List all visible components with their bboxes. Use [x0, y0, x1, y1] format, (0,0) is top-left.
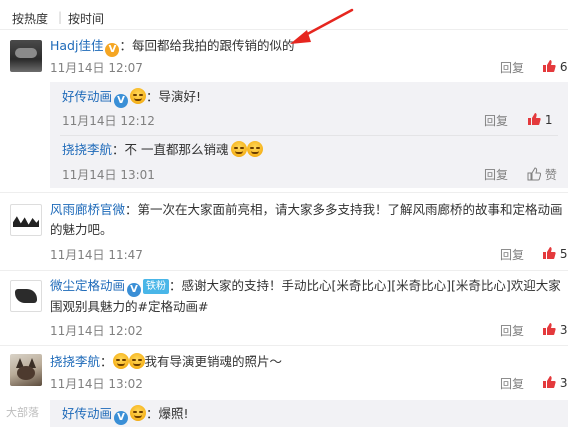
- reply-text-line: 好传动画 V ：导演好!: [62, 88, 202, 108]
- avatar[interactable]: [10, 280, 42, 312]
- comment-body: 我有导演更销魂的照片～: [144, 354, 283, 369]
- reply-button[interactable]: 回复: [484, 112, 508, 129]
- fan-badge: 铁粉: [143, 279, 170, 294]
- comment-body: 感谢大家的支持！手动比心[米奇比心][米奇比心][米奇比心]欢迎大家围观别具魅力…: [50, 278, 561, 314]
- comment-author[interactable]: 风雨廊桥官微: [50, 202, 125, 217]
- comment-meta: 11月14日 11:47 回复 5: [50, 246, 568, 264]
- comment-text-line: 风雨廊桥官微：第一次在大家面前亮相，请大家多多支持我！了解风雨廊桥的故事和定格动…: [50, 202, 563, 237]
- reply-meta: 11月14日 12:12 回复 1: [62, 112, 568, 130]
- comment-time: 11月14日 11:47: [50, 248, 143, 262]
- comment-text-line: 挠挠李航： 我有导演更销魂的照片～: [50, 353, 283, 369]
- reply-body: 不 一直都那么销魂: [124, 142, 229, 157]
- reply-button[interactable]: 回复: [500, 246, 524, 263]
- comment-time: 11月14日 12:07: [50, 61, 143, 75]
- reply-meta: 11月14日 13:01 回复 赞: [62, 166, 568, 184]
- comment-time: 11月14日 12:02: [50, 324, 143, 338]
- reply-author[interactable]: 好传动画: [62, 406, 112, 421]
- verified-badge-icon: V: [114, 411, 129, 425]
- comment-time: 11月14日 13:02: [50, 377, 143, 391]
- like-count: 3: [559, 323, 568, 337]
- like-count: 6: [559, 60, 568, 74]
- reply-time: 11月14日 12:12: [62, 114, 155, 128]
- comment-body: 每回都给我拍的跟传销的似的: [131, 38, 295, 53]
- like-button[interactable]: 3: [542, 375, 567, 390]
- comment-author[interactable]: 挠挠李航: [50, 354, 100, 369]
- comment-author[interactable]: 微尘定格动画: [50, 278, 125, 293]
- avatar[interactable]: [10, 204, 42, 236]
- like-button[interactable]: 5: [542, 246, 567, 261]
- comment-divider: [0, 192, 568, 193]
- smirk-face-emoji-icon: [128, 353, 145, 369]
- verified-badge-icon: V: [105, 43, 120, 57]
- comment-meta: 11月14日 12:02 回复 3: [50, 322, 568, 340]
- sort-by-hot-button[interactable]: 按热度: [12, 10, 48, 27]
- like-count: 3: [559, 376, 568, 390]
- comment-text-line: 微尘定格动画 V 铁粉 ：感谢大家的支持！手动比心[米奇比心][米奇比心][米奇比心]…: [50, 278, 561, 314]
- shy-face-emoji-icon: [130, 88, 147, 104]
- smirk-face-emoji-icon: [230, 141, 247, 157]
- reply-text-line: 挠挠李航：不 一直都那么销魂: [62, 140, 568, 160]
- like-button[interactable]: 1: [527, 112, 552, 127]
- thumb-up-icon: [543, 376, 556, 388]
- like-button[interactable]: 3: [542, 322, 567, 337]
- comment-meta: 11月14日 13:02 回复 3: [50, 375, 568, 393]
- reply-list: 好传动画 V ：爆照!: [50, 400, 568, 427]
- reply-text-line: 好传动画 V ：爆照!: [62, 405, 189, 425]
- sort-by-time-button[interactable]: 按时间: [68, 10, 104, 27]
- reply-author[interactable]: 挠挠李航: [62, 142, 112, 157]
- sort-bar: 按热度 | 按时间: [0, 0, 568, 30]
- comment-item: 微尘定格动画 V 铁粉 ：感谢大家的支持！手动比心[米奇比心][米奇比心][米奇比心]…: [0, 276, 568, 342]
- comment-meta: 11月14日 12:07 回复 6: [50, 59, 568, 77]
- reply-button[interactable]: 回复: [500, 322, 524, 339]
- verified-badge-icon: V: [127, 283, 142, 297]
- like-count: 5: [559, 247, 568, 261]
- reply-author[interactable]: 好传动画: [62, 89, 112, 104]
- verified-badge-icon: V: [114, 94, 129, 108]
- like-count: 1: [544, 113, 553, 127]
- thumb-up-icon: [528, 113, 541, 125]
- like-button[interactable]: 6: [542, 59, 567, 74]
- reply-button[interactable]: 回复: [484, 166, 508, 183]
- thumb-up-icon: [543, 323, 556, 335]
- reply-divider: [60, 135, 558, 136]
- comment-divider: [0, 345, 568, 346]
- thumb-up-icon: [543, 60, 556, 72]
- like-button[interactable]: 赞: [527, 166, 557, 183]
- avatar[interactable]: [10, 40, 42, 72]
- thumb-up-icon: [543, 247, 556, 259]
- sort-separator: |: [58, 10, 63, 24]
- thumb-up-icon: [527, 167, 541, 181]
- watermark: 大部落: [6, 406, 39, 419]
- smirk-face-emoji-icon: [112, 353, 129, 369]
- reply-button[interactable]: 回复: [500, 59, 524, 76]
- comment-divider: [0, 270, 568, 271]
- comment-item: 挠挠李航： 我有导演更销魂的照片～ 11月14日 13:02 回复 3: [0, 352, 568, 396]
- comment-text-line: Hadj佳佳 V ：每回都给我拍的跟传销的似的: [50, 38, 295, 57]
- shy-face-emoji-icon: [130, 405, 147, 421]
- reply-time: 11月14日 13:01: [62, 168, 155, 182]
- comment-item: 风雨廊桥官微：第一次在大家面前亮相，请大家多多支持我！了解风雨廊桥的故事和定格动…: [0, 200, 568, 266]
- comment-author[interactable]: Hadj佳佳: [50, 38, 103, 53]
- like-label: 赞: [544, 168, 557, 182]
- reply-body: 导演好!: [158, 89, 202, 104]
- reply-list: 好传动画 V ：导演好! 11月14日 12:12 回复 1 挠挠李航：不 一直都那…: [50, 82, 568, 188]
- reply-button[interactable]: 回复: [500, 375, 524, 392]
- reply-body: 爆照!: [158, 406, 189, 421]
- avatar[interactable]: [10, 354, 42, 386]
- smirk-face-emoji-icon: [246, 141, 263, 157]
